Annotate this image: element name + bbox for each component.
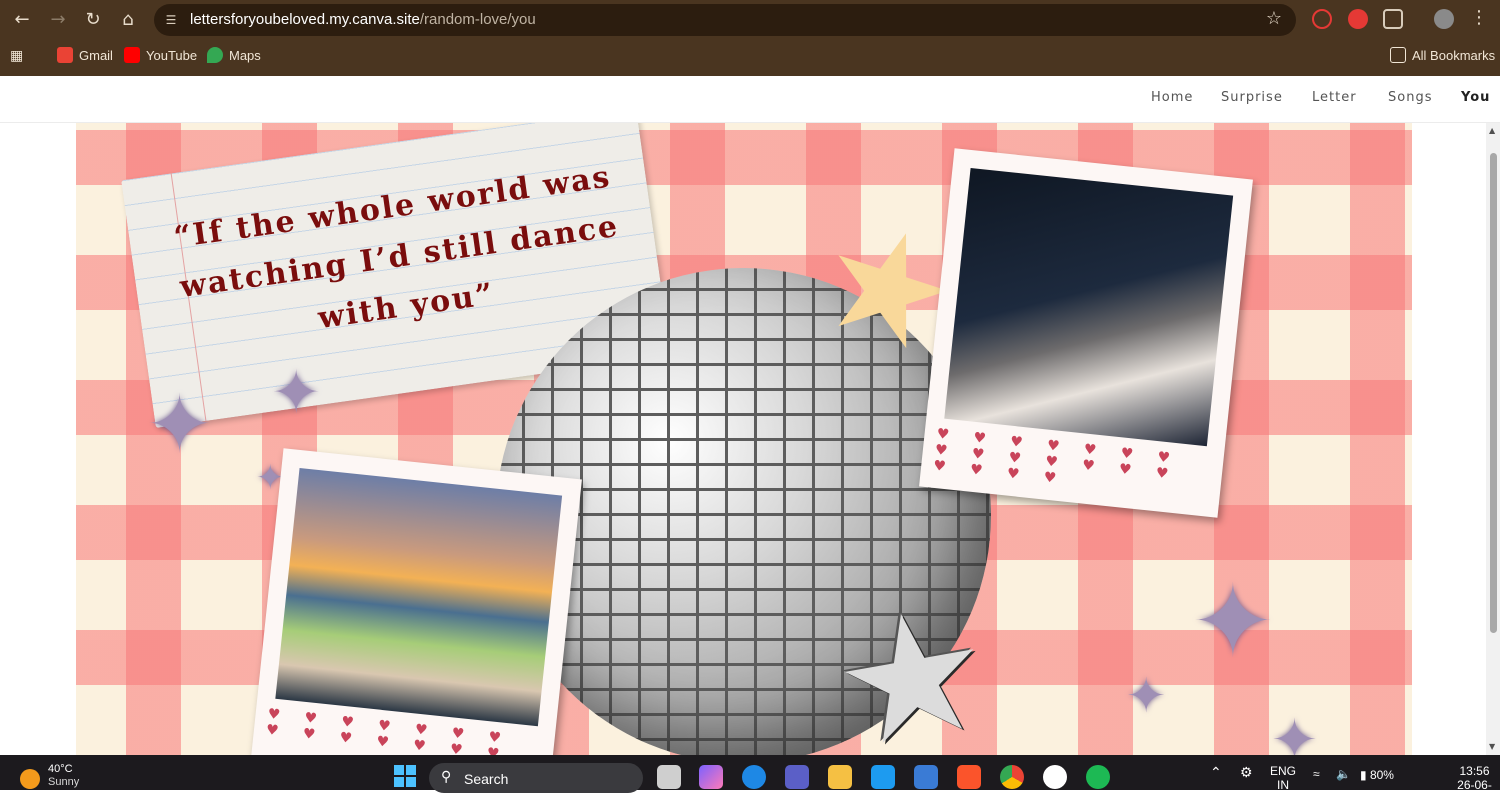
bookmark-maps[interactable]: Maps	[207, 47, 261, 63]
app-icon[interactable]	[871, 765, 895, 789]
folder-icon	[1390, 47, 1406, 63]
battery-indicator[interactable]: ▮ 80%	[1360, 768, 1394, 782]
scroll-up-arrow-icon[interactable]: ▲	[1489, 126, 1495, 135]
gmail-icon	[57, 47, 73, 63]
bookmark-label: YouTube	[146, 47, 198, 63]
couple-photo-sunset	[275, 467, 563, 727]
youtube-icon	[124, 47, 140, 63]
language-indicator[interactable]: ENG IN	[1270, 764, 1296, 792]
page-scrollbar[interactable]: ▲ ▼	[1486, 123, 1500, 755]
weather-temperature: 40°C	[48, 763, 73, 775]
url-text[interactable]: lettersforyoubeloved.my.canva.site/rando…	[190, 11, 536, 28]
scroll-down-arrow-icon[interactable]: ▼	[1489, 742, 1495, 751]
polaroid-photo-couple-sunset: ♥ ♥ ♥ ♥ ♥ ♥ ♥ ♥ ♥ ♥ ♥ ♥ ♥ ♥	[250, 448, 582, 755]
weather-widget[interactable]: 40°C Sunny	[20, 763, 79, 789]
clock-time: 13:56	[1459, 764, 1490, 778]
chrome-icon[interactable]	[1000, 765, 1024, 789]
spotify-icon[interactable]	[1086, 765, 1110, 789]
battery-percent: 80%	[1369, 768, 1394, 782]
edge-icon[interactable]	[742, 765, 766, 789]
chevron-up-icon[interactable]: ⌃	[1210, 765, 1222, 779]
windows-taskbar: 40°C Sunny ⚲ Search ⌃ ⚙ ENG IN ≈ 🔈 ▮ 80%…	[0, 755, 1500, 806]
nav-surprise[interactable]: Surprise	[1221, 90, 1283, 105]
couple-photo-night	[944, 168, 1234, 447]
chatgpt-icon[interactable]	[1043, 765, 1067, 789]
teams-icon[interactable]	[785, 765, 809, 789]
back-arrow-icon[interactable]: ←	[9, 7, 35, 33]
clock[interactable]: 13:56 26-06-2026	[1449, 764, 1500, 806]
silver-star-icon: ★	[819, 567, 1005, 755]
sparkle-icon: ✦	[271, 358, 322, 428]
store-icon[interactable]	[914, 765, 938, 789]
nav-you[interactable]: You	[1461, 90, 1490, 105]
sparkle-icon: ✦	[1191, 563, 1275, 680]
site-info-icon[interactable]: ☰	[162, 11, 180, 29]
nav-songs[interactable]: Songs	[1388, 90, 1432, 105]
maps-icon	[207, 47, 223, 63]
brave-icon[interactable]	[957, 765, 981, 789]
quote-text: “If the whole world was watching I’d sti…	[171, 159, 622, 337]
all-bookmarks-label: All Bookmarks	[1412, 47, 1496, 63]
forward-arrow-icon[interactable]: →	[45, 7, 71, 33]
polaroid-photo-couple-night: ♥ ♥ ♥ ♥ ♥ ♥ ♥ ♥ ♥ ♥ ♥ ♥ ♥ ♥ ♥ ♥ ♥ ♥	[919, 148, 1253, 518]
nav-letter[interactable]: Letter	[1312, 90, 1357, 105]
bookmark-youtube[interactable]: YouTube	[124, 47, 197, 63]
bookmarks-bar: ▦ Gmail YouTube Maps All Bookmarks	[0, 44, 1500, 68]
url-path: /random-love/you	[419, 11, 536, 28]
copilot-icon[interactable]	[699, 765, 723, 789]
windows-start-icon[interactable]	[394, 765, 416, 787]
sparkle-icon: ✦	[1271, 708, 1318, 755]
battery-icon: ▮	[1360, 768, 1367, 782]
search-icon: ⚲	[441, 769, 452, 785]
file-explorer-icon[interactable]	[828, 765, 852, 789]
volume-icon[interactable]: 🔈	[1336, 767, 1351, 781]
search-label: Search	[464, 771, 509, 787]
bookmark-label: Maps	[229, 47, 261, 63]
sparkle-icon: ✦	[146, 378, 214, 471]
url-host: lettersforyoubeloved.my.canva.site	[190, 11, 420, 28]
apps-grid-icon[interactable]: ▦	[10, 47, 23, 64]
nav-home[interactable]: Home	[1151, 90, 1193, 105]
task-view-icon[interactable]	[657, 765, 681, 789]
browser-toolbar: ← → ↻ ⌂ ☰ lettersforyoubeloved.my.canva.…	[0, 0, 1500, 76]
all-bookmarks-button[interactable]: All Bookmarks	[1390, 47, 1495, 63]
site-header: Home Surprise Letter Songs You	[0, 76, 1500, 123]
weather-description: Sunny	[48, 776, 80, 788]
extension-stop-icon[interactable]	[1348, 9, 1368, 29]
home-icon[interactable]: ⌂	[115, 7, 141, 33]
taskbar-search[interactable]: ⚲ Search	[429, 763, 643, 793]
extension-record-icon[interactable]	[1312, 9, 1332, 29]
menu-kebab-icon[interactable]: ⋮	[1466, 5, 1492, 31]
language-top: ENG	[1270, 764, 1297, 778]
scrollbar-thumb[interactable]	[1490, 153, 1497, 633]
extensions-puzzle-icon[interactable]	[1383, 9, 1403, 29]
profile-avatar[interactable]	[1434, 9, 1454, 29]
wifi-icon[interactable]: ≈	[1313, 767, 1320, 781]
address-bar[interactable]: ☰ lettersforyoubeloved.my.canva.site/ran…	[154, 4, 1296, 36]
clock-date: 26-06-2026	[1457, 778, 1492, 806]
reload-icon[interactable]: ↻	[80, 7, 106, 33]
bookmark-label: Gmail	[79, 47, 113, 63]
sun-icon	[20, 769, 40, 789]
sparkle-icon: ✦	[1126, 668, 1167, 724]
bookmark-star-icon[interactable]: ☆	[1266, 8, 1282, 29]
notification-settings-icon[interactable]: ⚙	[1240, 765, 1253, 779]
gingham-canvas: “If the whole world was watching I’d sti…	[76, 123, 1412, 755]
bookmark-gmail[interactable]: Gmail	[57, 47, 113, 63]
